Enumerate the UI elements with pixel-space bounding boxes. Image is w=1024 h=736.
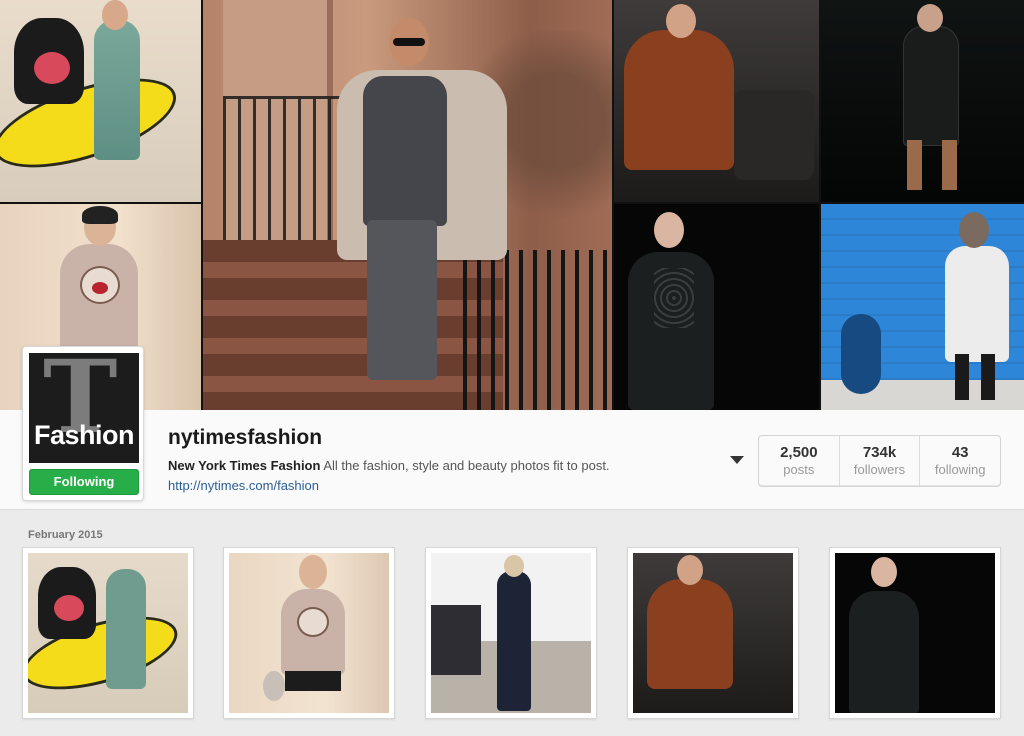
post-image — [229, 553, 389, 713]
stat-following-value: 43 — [951, 444, 969, 461]
stat-followers-value: 734k — [862, 444, 897, 461]
following-button[interactable]: Following — [29, 469, 139, 495]
post-thumbnail[interactable] — [425, 547, 597, 719]
profile-bio: New York Times Fashion All the fashion, … — [168, 458, 610, 473]
post-image — [431, 553, 591, 713]
stat-following-label: following — [934, 462, 986, 477]
stat-posts-label: posts — [783, 462, 815, 477]
stat-posts[interactable]: 2,500 posts — [759, 436, 840, 486]
caret-down-icon[interactable] — [730, 456, 744, 464]
profile-username: nytimesfashion — [168, 426, 323, 449]
post-thumbnail[interactable] — [223, 547, 395, 719]
avatar-label: Fashion — [33, 420, 135, 450]
profile-bio-text: All the fashion, style and beauty photos… — [323, 458, 610, 473]
cover-photo-banana[interactable] — [0, 0, 201, 202]
avatar-card: T Fashion Following — [22, 346, 144, 501]
stat-followers-label: followers — [853, 462, 906, 477]
avatar[interactable]: T Fashion — [29, 353, 139, 463]
cover-photo-dark-outfit[interactable] — [614, 204, 819, 410]
feed-date-label: February 2015 — [28, 529, 103, 541]
cover-photo-dark-coat[interactable] — [821, 0, 1024, 202]
post-image — [633, 553, 793, 713]
post-thumbnail[interactable] — [627, 547, 799, 719]
profile-website-link[interactable]: http://nytimes.com/fashion — [168, 478, 319, 493]
post-thumbnail[interactable] — [22, 547, 194, 719]
cover-photo-blue-wall[interactable] — [821, 204, 1024, 410]
cover-photo-street-style[interactable] — [203, 0, 612, 410]
profile-stats: 2,500 posts 734k followers 43 following — [758, 435, 1001, 487]
post-image — [28, 553, 188, 713]
cover-photo-brown-parka[interactable] — [614, 0, 819, 202]
post-thumbnail[interactable] — [829, 547, 1001, 719]
profile-cover-mosaic — [0, 0, 1024, 410]
stat-posts-value: 2,500 — [780, 444, 818, 461]
post-image — [835, 553, 995, 713]
stat-followers[interactable]: 734k followers — [840, 436, 921, 486]
stat-following[interactable]: 43 following — [920, 436, 1000, 486]
profile-full-name: New York Times Fashion — [168, 458, 321, 473]
